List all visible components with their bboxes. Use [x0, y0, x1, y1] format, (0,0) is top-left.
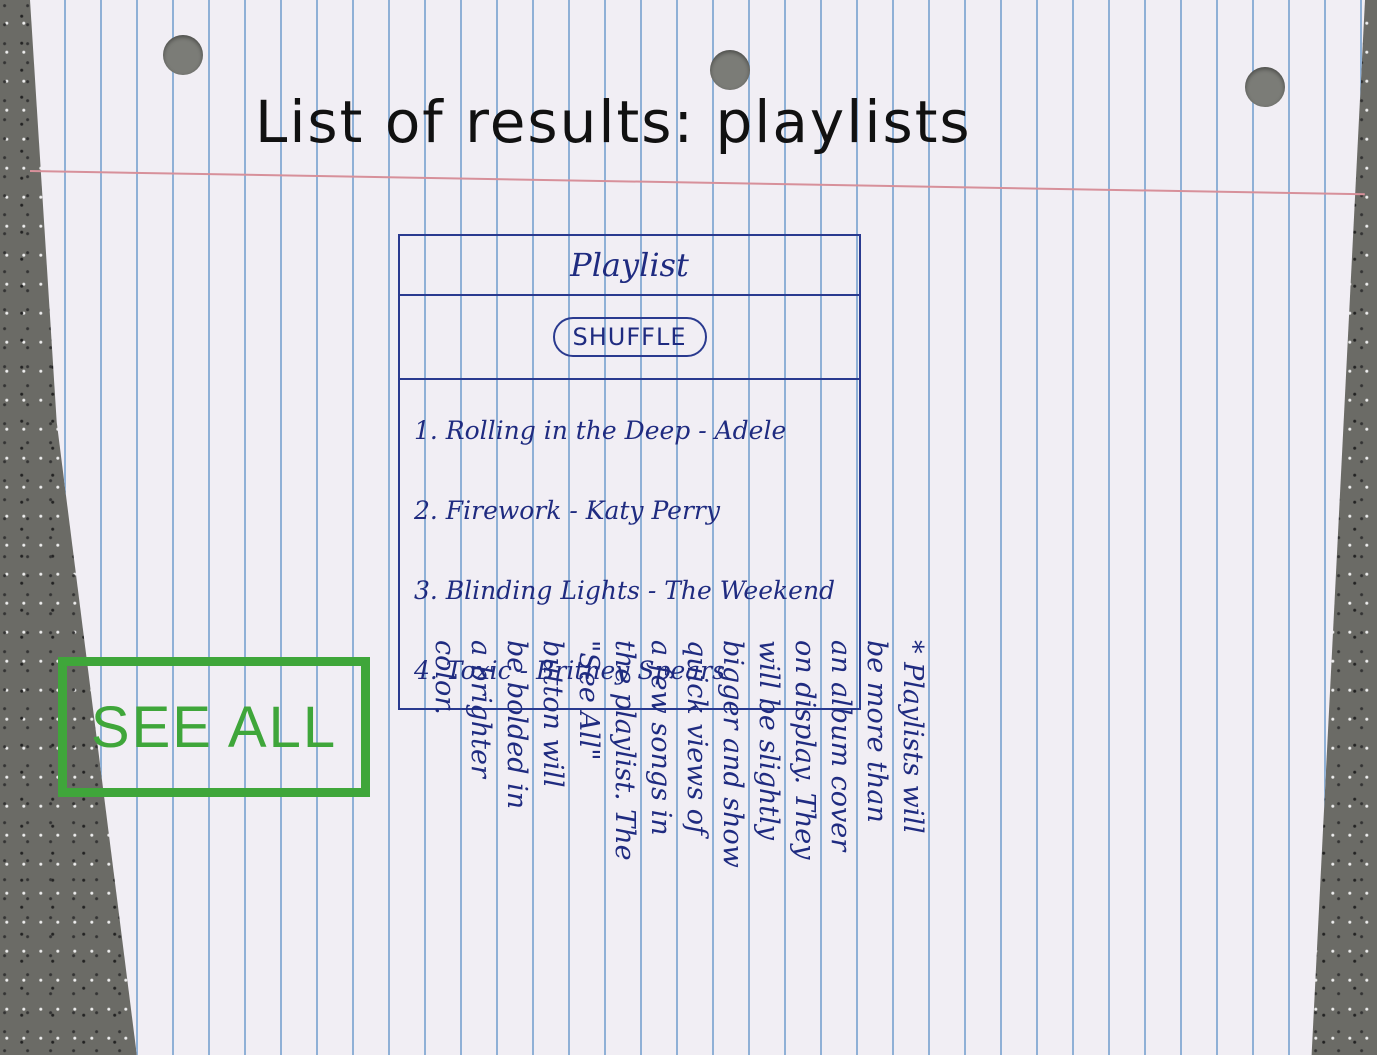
- playlist-card[interactable]: Playlist SHUFFLE 1. Rolling in the Deep …: [398, 234, 861, 710]
- note-line: on display. They: [789, 640, 820, 860]
- playlist-controls: SHUFFLE: [400, 296, 859, 380]
- note-line: an album cover: [825, 640, 856, 852]
- song-item[interactable]: 2. Firework - Katy Perry: [414, 470, 859, 550]
- binder-hole: [1245, 67, 1285, 107]
- note-line: button will: [537, 640, 568, 788]
- note-line: a few songs in: [645, 640, 676, 836]
- page-title: List of results: playlists: [255, 88, 972, 156]
- note-line: quick views of: [681, 640, 712, 836]
- binder-hole: [163, 35, 203, 75]
- note-line: "See All": [573, 640, 604, 761]
- design-note: * Playlists will be more than an album c…: [426, 640, 930, 1000]
- note-line: bigger and show: [717, 640, 748, 868]
- note-line: a brighter: [465, 640, 496, 778]
- note-line: the playlist. The: [609, 640, 640, 861]
- binder-hole: [710, 50, 750, 90]
- note-line: color.: [429, 640, 460, 715]
- note-line: be more than: [861, 640, 892, 823]
- shuffle-button[interactable]: SHUFFLE: [552, 317, 707, 357]
- see-all-button[interactable]: SEE ALL: [58, 657, 370, 797]
- song-item[interactable]: 1. Rolling in the Deep - Adele: [414, 390, 859, 470]
- note-line: will be slightly: [753, 640, 784, 840]
- playlist-header: Playlist: [400, 236, 859, 296]
- note-line: be bolded in: [501, 640, 532, 810]
- note-line: * Playlists will: [897, 640, 928, 834]
- song-item[interactable]: 3. Blinding Lights - The Weekend: [414, 550, 859, 630]
